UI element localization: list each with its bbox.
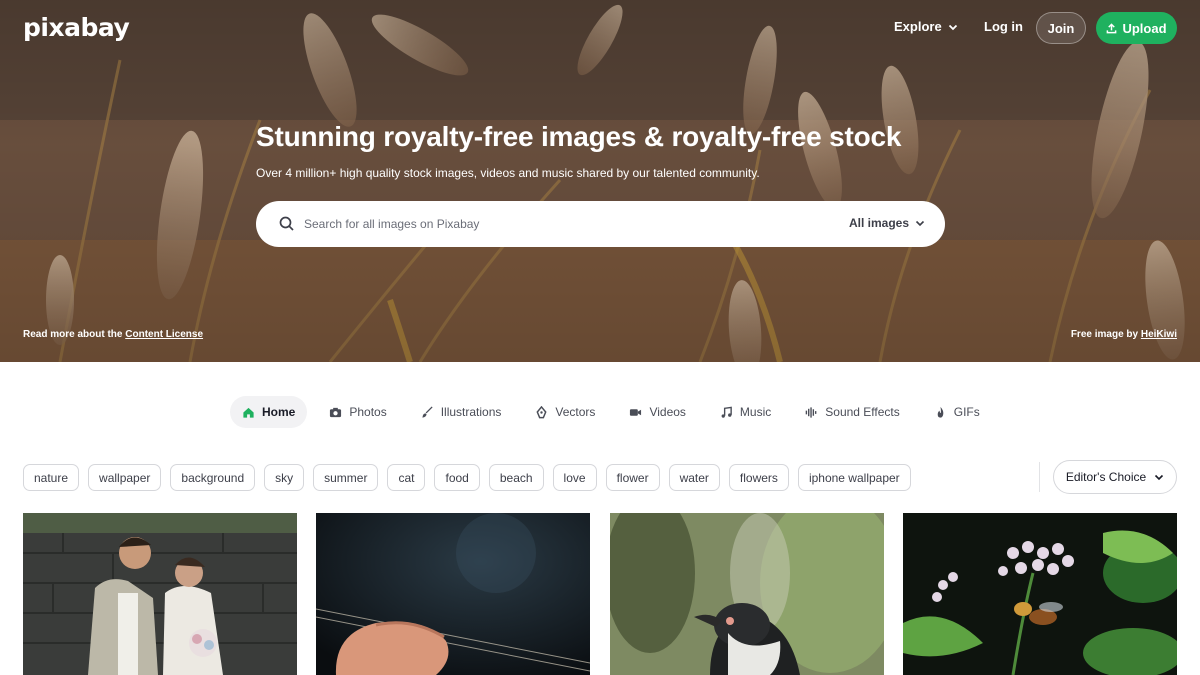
trending-tags: nature wallpaper background sky summer c… [23, 464, 911, 491]
upload-icon [1107, 22, 1117, 33]
tab-home[interactable]: Home [230, 396, 308, 428]
search-icon[interactable] [278, 215, 296, 233]
content-license-note: Read more about the Content License [23, 329, 203, 340]
tab-label: Sound Effects [825, 405, 900, 419]
top-navigation: pixabay Explore Log in Join Upload [0, 0, 1200, 56]
pixabay-logo[interactable]: pixabay [23, 13, 130, 42]
tag-chip[interactable]: food [434, 464, 480, 491]
penguin-image [610, 513, 884, 675]
tag-chip[interactable]: flower [605, 464, 660, 491]
license-prefix: Read more about the [23, 329, 123, 340]
photo-card-penguin[interactable] [610, 513, 884, 675]
photo-card-wedding-couple[interactable] [23, 513, 297, 675]
tag-chip[interactable]: sky [264, 464, 305, 491]
tab-gifs[interactable]: GIFs [922, 396, 992, 428]
hero-subtitle: Over 4 million+ high quality stock image… [256, 166, 760, 180]
tag-chip[interactable]: beach [488, 464, 544, 491]
photo-card-bee-flower[interactable] [903, 513, 1177, 675]
tab-vectors[interactable]: Vectors [523, 396, 607, 428]
music-note-icon [721, 406, 732, 418]
bee-flower-image [903, 513, 1177, 675]
chevron-down-icon [948, 24, 957, 30]
tab-label: Illustrations [440, 405, 502, 419]
upload-label: Upload [1122, 20, 1167, 36]
credit-prefix: Free image by [1070, 329, 1139, 340]
credit-author-link[interactable]: HeiKiwi [1141, 329, 1177, 340]
search-bar: All images [256, 201, 945, 247]
tag-chip[interactable]: cat [387, 464, 426, 491]
divider [1039, 462, 1040, 492]
tag-chip[interactable]: flowers [728, 464, 789, 491]
tab-label: Music [739, 405, 772, 419]
media-type-label: All images [848, 216, 909, 230]
pen-nib-icon [536, 405, 547, 418]
camera-icon [330, 407, 342, 417]
sort-label: Editor's Choice [1065, 470, 1147, 484]
hero-title: Stunning royalty-free images & royalty-f… [256, 121, 902, 152]
explore-label: Explore [894, 19, 942, 34]
media-type-dropdown[interactable]: All images [849, 216, 925, 230]
tag-chip[interactable]: iphone wallpaper [797, 464, 911, 491]
tab-label: Photos [349, 405, 387, 419]
chevron-down-icon [915, 220, 925, 227]
tag-chip[interactable]: background [170, 464, 256, 491]
brush-icon [422, 405, 433, 418]
chevron-down-icon [1155, 474, 1164, 481]
tab-label: Vectors [555, 405, 596, 419]
tag-chip[interactable]: wallpaper [88, 464, 162, 491]
tab-sound-effects[interactable]: Sound Effects [793, 396, 912, 428]
wedding-couple-image [23, 513, 297, 675]
tab-label: Home [262, 405, 296, 419]
explore-menu[interactable]: Explore [894, 19, 958, 34]
tag-chip[interactable]: summer [313, 464, 379, 491]
tab-label: GIFs [953, 405, 980, 419]
tab-photos[interactable]: Photos [317, 396, 398, 428]
tab-music[interactable]: Music [708, 396, 783, 428]
image-credit: Free image by HeiKiwi [1071, 329, 1177, 340]
tab-illustrations[interactable]: Illustrations [409, 396, 514, 428]
hand-strings-image [316, 513, 590, 675]
photo-card-hand-strings[interactable] [316, 513, 590, 675]
tab-label: Videos [649, 405, 686, 419]
video-camera-icon [630, 408, 642, 416]
search-input[interactable] [304, 201, 824, 247]
home-icon [243, 407, 254, 418]
login-link[interactable]: Log in [984, 19, 1023, 34]
tag-chip[interactable]: love [552, 464, 597, 491]
upload-button[interactable]: Upload [1096, 12, 1177, 44]
hero-banner: pixabay Explore Log in Join Upload Stunn… [0, 0, 1200, 362]
tag-chip[interactable]: nature [23, 464, 80, 491]
tag-chip[interactable]: water [668, 464, 720, 491]
flame-icon [937, 406, 944, 418]
waveform-icon [805, 406, 817, 418]
media-type-tabs: Home Photos Illustrations Vectors Videos… [230, 396, 1002, 428]
content-license-link[interactable]: Content License [125, 329, 203, 340]
tab-videos[interactable]: Videos [617, 396, 697, 428]
sort-dropdown[interactable]: Editor's Choice [1053, 460, 1177, 494]
join-button[interactable]: Join [1036, 12, 1086, 44]
